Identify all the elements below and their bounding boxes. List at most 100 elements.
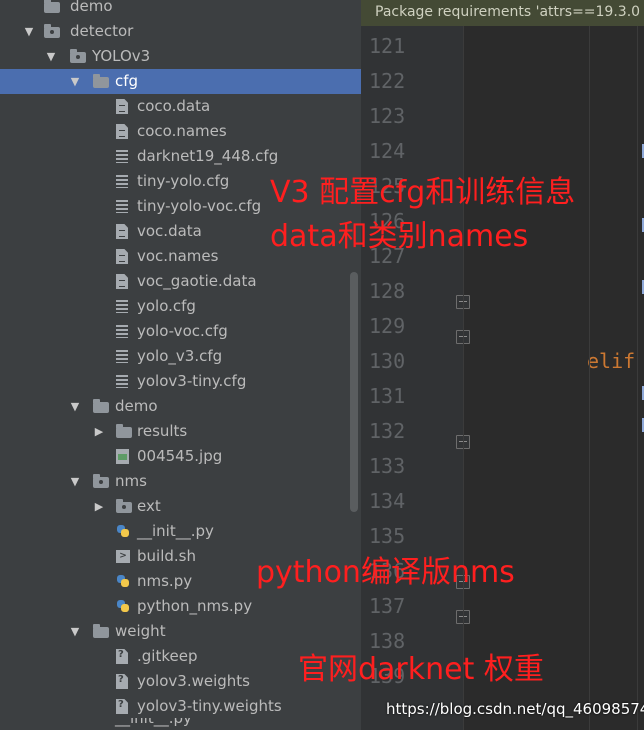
- tree-item-label: results: [137, 422, 188, 440]
- tree-item-label: voc.names: [137, 247, 219, 265]
- annotation-weights: 官网darknet 权重: [298, 652, 544, 687]
- tree-item-label: demo: [115, 397, 158, 415]
- config-file-icon: [116, 325, 128, 338]
- text-file-icon: [116, 274, 128, 289]
- text-file-icon: [116, 124, 128, 139]
- python-file-icon: [116, 524, 130, 538]
- expand-arrow-down-icon[interactable]: ▼: [68, 69, 82, 94]
- expand-arrow-right-icon[interactable]: ▶: [92, 419, 106, 444]
- tree-item-label: tiny-yolo.cfg: [137, 172, 230, 190]
- expand-arrow-down-icon[interactable]: ▼: [68, 619, 82, 644]
- package-folder-icon: [44, 24, 60, 38]
- indent-guide: [589, 26, 590, 730]
- annotation-cfg-line1: V3 配置cfg和训练信息: [270, 175, 576, 210]
- folder-icon: [93, 624, 109, 638]
- tree-item-darknet19-448-cfg[interactable]: darknet19_448.cfg: [0, 144, 361, 169]
- line-number: 130: [369, 349, 406, 373]
- tree-item-label: __init__.py: [137, 522, 214, 540]
- tree-item-yolo-v3-cfg[interactable]: yolo_v3.cfg: [0, 344, 361, 369]
- python-file-icon: [116, 574, 130, 588]
- line-number: 133: [369, 454, 406, 478]
- folder-icon: [116, 424, 132, 438]
- line-number: 122: [369, 69, 406, 93]
- config-file-icon: [116, 375, 128, 388]
- tree-item-label: yolov3.weights: [137, 672, 250, 690]
- tree-scrollbar-thumb[interactable]: [350, 272, 358, 512]
- tree-item-yolov3-tiny-weights[interactable]: yolov3-tiny.weights: [0, 694, 361, 719]
- package-requirements-banner[interactable]: Package requirements 'attrs==19.3.0: [361, 0, 644, 26]
- tree-item-results[interactable]: ▶ results: [0, 419, 361, 444]
- line-number: 121: [369, 34, 406, 58]
- line-number: 135: [369, 524, 406, 548]
- line-number: 138: [369, 629, 406, 653]
- expand-arrow-down-icon[interactable]: ▼: [22, 19, 36, 44]
- image-file-icon: [116, 449, 129, 464]
- expand-arrow-down-icon[interactable]: ▼: [68, 394, 82, 419]
- tree-item-label: demo: [70, 0, 113, 15]
- code-editor[interactable]: Package requirements 'attrs==19.3.0 121 1…: [361, 0, 644, 730]
- line-number: 129: [369, 314, 406, 338]
- text-file-icon: [116, 249, 128, 264]
- tree-item-label: cfg: [115, 72, 139, 90]
- line-number: 134: [369, 489, 406, 513]
- tree-item-detector[interactable]: ▼ detector: [0, 19, 361, 44]
- tree-item-coco-data[interactable]: coco.data: [0, 94, 361, 119]
- tree-item-yolo-voc-cfg[interactable]: yolo-voc.cfg: [0, 319, 361, 344]
- line-number-gutter: 121 122 123 124 125 126 127 128 129 130 131 132 133 1…: [361, 26, 470, 730]
- banner-text: Package requirements 'attrs==19.3.0: [375, 4, 641, 20]
- unknown-file-icon: [116, 699, 128, 714]
- tree-item-label: build.sh: [137, 547, 196, 565]
- tree-item-voc-gaotie-data[interactable]: voc_gaotie.data: [0, 269, 361, 294]
- tree-item-yolo-cfg[interactable]: yolo.cfg: [0, 294, 361, 319]
- tree-item-weight[interactable]: ▼ weight: [0, 619, 361, 644]
- tree-item-label: yolov3-tiny.weights: [137, 697, 282, 715]
- package-folder-icon: [93, 474, 109, 488]
- tree-item-coco-names[interactable]: coco.names: [0, 119, 361, 144]
- folder-icon: [44, 0, 60, 13]
- tree-item-label: __init__.py: [115, 718, 192, 727]
- tree-item-label: weight: [115, 622, 166, 640]
- tree-item-label: .gitkeep: [137, 647, 198, 665]
- indent-guide: [637, 26, 638, 730]
- tree-item-yolov3-tiny-cfg[interactable]: yolov3-tiny.cfg: [0, 369, 361, 394]
- tree-item-label: coco.data: [137, 97, 211, 115]
- tree-item-ext[interactable]: ▶ ext: [0, 494, 361, 519]
- code-keyword-elif[interactable]: elif: [587, 349, 635, 373]
- tree-item-nms[interactable]: ▼ nms: [0, 469, 361, 494]
- tree-item-004545-jpg[interactable]: 004545.jpg: [0, 444, 361, 469]
- line-number: 132: [369, 419, 406, 443]
- package-folder-icon: [116, 499, 132, 513]
- tree-item-label: darknet19_448.cfg: [137, 147, 279, 165]
- tree-item-init-py[interactable]: __init__.py: [0, 519, 361, 544]
- indent-guide: [463, 26, 464, 730]
- config-file-icon: [116, 350, 128, 363]
- unknown-file-icon: [116, 649, 128, 664]
- tree-item-label: nms: [115, 472, 147, 490]
- line-number: 137: [369, 594, 406, 618]
- text-file-icon: [116, 99, 128, 114]
- tree-item-label: voc_gaotie.data: [137, 272, 257, 290]
- tree-item-demo[interactable]: ▼ demo: [0, 394, 361, 419]
- tree-item-yolov3[interactable]: ▼ YOLOv3: [0, 44, 361, 69]
- tree-item-demo[interactable]: demo: [0, 0, 361, 19]
- expand-arrow-down-icon[interactable]: ▼: [68, 469, 82, 494]
- tree-item-label: detector: [70, 22, 134, 40]
- python-file-icon: [116, 599, 130, 613]
- tree-item-label: YOLOv3: [92, 47, 151, 65]
- expand-arrow-down-icon[interactable]: ▼: [44, 44, 58, 69]
- tree-item-python-nms-py[interactable]: python_nms.py: [0, 594, 361, 619]
- line-number: 131: [369, 384, 406, 408]
- unknown-file-icon: [116, 674, 128, 689]
- tree-item-init-partial[interactable]: __init__.py: [0, 718, 361, 730]
- expand-arrow-right-icon[interactable]: ▶: [92, 494, 106, 519]
- tree-item-label: yolo_v3.cfg: [137, 347, 223, 365]
- package-folder-icon: [70, 49, 86, 63]
- folder-icon: [93, 399, 109, 413]
- tree-item-cfg[interactable]: ▼ cfg: [0, 69, 361, 94]
- tree-item-label: nms.py: [137, 572, 193, 590]
- line-number: 123: [369, 104, 406, 128]
- tree-item-label: yolo.cfg: [137, 297, 196, 315]
- tree-item-label: voc.data: [137, 222, 202, 240]
- config-file-icon: [116, 200, 128, 213]
- config-file-icon: [116, 175, 128, 188]
